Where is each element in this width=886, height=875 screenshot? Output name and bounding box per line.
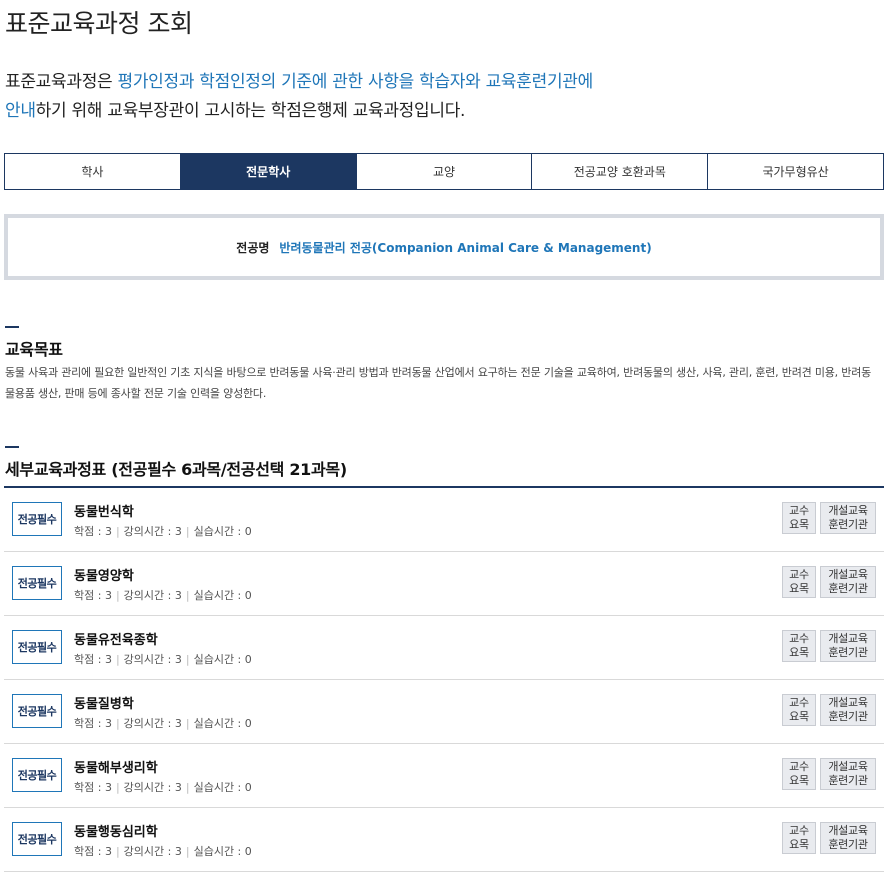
course-practice-hours: 실습시간 : 0 (193, 653, 252, 666)
goal-text: 동물 사육과 관리에 필요한 일반적인 기초 지식을 바탕으로 반려동물 사육·… (5, 366, 872, 400)
course-meta: 학점 : 3 | 강의시간 : 3 | 실습시간 : 0 (74, 587, 252, 603)
course-row: 전공필수 동물질병학 학점 : 3 | 강의시간 : 3 | 실습시간 : 0 교수 요… (4, 680, 884, 744)
course-lecture-hours: 강의시간 : 3 (123, 589, 182, 602)
curriculum-title: 세부교육과정표 (전공필수 6과목/전공선택 21과목) (5, 460, 347, 479)
syllabus-button[interactable]: 교수 요목 (782, 758, 816, 790)
course-credit: 학점 : 3 (74, 525, 112, 538)
course-lecture-hours: 강의시간 : 3 (123, 717, 182, 730)
course-name: 동물유전육종학 (74, 633, 158, 648)
tab-compatible-courses[interactable]: 전공교양 호환과목 (532, 154, 709, 189)
institutions-button[interactable]: 개설교육 훈련기관 (820, 822, 876, 854)
intro-line-2: 안내하기 위해 교육부장관이 고시하는 학점은행제 교육과정입니다. (5, 97, 865, 126)
institutions-button[interactable]: 개설교육 훈련기관 (820, 758, 876, 790)
course-practice-hours: 실습시간 : 0 (193, 589, 252, 602)
page-title: 표준교육과정 조회 (5, 9, 193, 38)
syllabus-button[interactable]: 교수 요목 (782, 822, 816, 854)
meta-divider: | (115, 589, 120, 602)
institutions-button[interactable]: 개설교육 훈련기관 (820, 502, 876, 534)
course-name: 동물번식학 (74, 505, 134, 520)
major-info-box: 전공명 반려동물관리 전공(Companion Animal Care & Ma… (4, 214, 884, 280)
course-credit: 학점 : 3 (74, 781, 112, 794)
meta-divider: | (185, 589, 190, 602)
section-marker (5, 326, 19, 328)
course-type-badge: 전공필수 (12, 694, 62, 728)
tab-liberal-arts[interactable]: 교양 (357, 154, 533, 189)
course-practice-hours: 실습시간 : 0 (193, 717, 252, 730)
meta-divider: | (185, 717, 190, 730)
meta-divider: | (185, 781, 190, 794)
major-name: 반려동물관리 전공(Companion Animal Care & Manage… (279, 240, 652, 255)
meta-divider: | (115, 717, 120, 730)
tab-bachelor[interactable]: 학사 (5, 154, 181, 189)
syllabus-button[interactable]: 교수 요목 (782, 566, 816, 598)
tab-intangible-heritage[interactable]: 국가무형유산 (708, 154, 883, 189)
institutions-button[interactable]: 개설교육 훈련기관 (820, 694, 876, 726)
intro-text: 표준교육과정은 평가인정과 학점인정의 기준에 관한 사항을 학습자와 교육훈련… (5, 68, 865, 126)
course-meta: 학점 : 3 | 강의시간 : 3 | 실습시간 : 0 (74, 779, 252, 795)
meta-divider: | (185, 653, 190, 666)
course-meta: 학점 : 3 | 강의시간 : 3 | 실습시간 : 0 (74, 651, 252, 667)
course-credit: 학점 : 3 (74, 653, 112, 666)
course-meta: 학점 : 3 | 강의시간 : 3 | 실습시간 : 0 (74, 715, 252, 731)
syllabus-button[interactable]: 교수 요목 (782, 694, 816, 726)
course-list: 전공필수 동물번식학 학점 : 3 | 강의시간 : 3 | 실습시간 : 0 교수 요… (4, 488, 884, 872)
course-credit: 학점 : 3 (74, 717, 112, 730)
course-meta: 학점 : 3 | 강의시간 : 3 | 실습시간 : 0 (74, 523, 252, 539)
course-practice-hours: 실습시간 : 0 (193, 525, 252, 538)
meta-divider: | (185, 845, 190, 858)
institutions-button[interactable]: 개설교육 훈련기관 (820, 630, 876, 662)
tab-associate[interactable]: 전문학사 (180, 154, 357, 189)
meta-divider: | (185, 525, 190, 538)
course-row: 전공필수 동물행동심리학 학점 : 3 | 강의시간 : 3 | 실습시간 : 0 교수… (4, 808, 884, 872)
intro-line1-highlight: 평가인정과 학점인정의 기준에 관한 사항을 학습자와 교육훈련기관에 (117, 72, 593, 92)
course-meta: 학점 : 3 | 강의시간 : 3 | 실습시간 : 0 (74, 843, 252, 859)
course-practice-hours: 실습시간 : 0 (193, 845, 252, 858)
intro-line2-highlight: 안내 (5, 101, 36, 121)
course-name: 동물질병학 (74, 697, 134, 712)
meta-divider: | (115, 845, 120, 858)
course-practice-hours: 실습시간 : 0 (193, 781, 252, 794)
syllabus-button[interactable]: 교수 요목 (782, 630, 816, 662)
intro-line1-a: 표준교육과정은 (5, 72, 118, 92)
course-type-badge: 전공필수 (12, 502, 62, 536)
course-lecture-hours: 강의시간 : 3 (123, 781, 182, 794)
intro-line2-b: 하기 위해 교육부장관이 고시하는 학점은행제 교육과정입니다. (35, 101, 466, 121)
course-row: 전공필수 동물영양학 학점 : 3 | 강의시간 : 3 | 실습시간 : 0 교수 요… (4, 552, 884, 616)
institutions-button[interactable]: 개설교육 훈련기관 (820, 566, 876, 598)
course-type-badge: 전공필수 (12, 566, 62, 600)
course-name: 동물행동심리학 (74, 825, 158, 840)
course-row: 전공필수 동물해부생리학 학점 : 3 | 강의시간 : 3 | 실습시간 : 0 교수… (4, 744, 884, 808)
course-type-badge: 전공필수 (12, 758, 62, 792)
degree-tabs: 학사 전문학사 교양 전공교양 호환과목 국가무형유산 (4, 153, 884, 190)
intro-line-1: 표준교육과정은 평가인정과 학점인정의 기준에 관한 사항을 학습자와 교육훈련… (5, 68, 865, 97)
course-lecture-hours: 강의시간 : 3 (123, 653, 182, 666)
major-label: 전공명 (236, 240, 270, 255)
syllabus-button[interactable]: 교수 요목 (782, 502, 816, 534)
course-name: 동물해부생리학 (74, 761, 158, 776)
meta-divider: | (115, 781, 120, 794)
course-credit: 학점 : 3 (74, 845, 112, 858)
course-lecture-hours: 강의시간 : 3 (123, 845, 182, 858)
course-type-badge: 전공필수 (12, 630, 62, 664)
section-marker (5, 446, 19, 448)
course-row: 전공필수 동물번식학 학점 : 3 | 강의시간 : 3 | 실습시간 : 0 교수 요… (4, 488, 884, 552)
course-name: 동물영양학 (74, 569, 134, 584)
course-credit: 학점 : 3 (74, 589, 112, 602)
meta-divider: | (115, 525, 120, 538)
meta-divider: | (115, 653, 120, 666)
course-lecture-hours: 강의시간 : 3 (123, 525, 182, 538)
course-type-badge: 전공필수 (12, 822, 62, 856)
course-row: 전공필수 동물유전육종학 학점 : 3 | 강의시간 : 3 | 실습시간 : 0 교수… (4, 616, 884, 680)
goal-title: 교육목표 (5, 340, 63, 359)
